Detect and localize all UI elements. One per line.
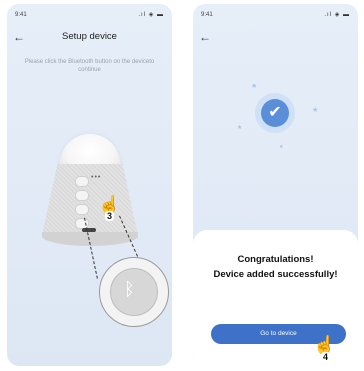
page-title: Setup device bbox=[62, 31, 117, 42]
setup-device-screen: 9:41 .ıl ◈ ▬ ← Setup device Please click… bbox=[7, 4, 172, 366]
status-bar: 9:41 .ıl ◈ ▬ bbox=[7, 10, 172, 22]
bluetooth-icon: ᛒ bbox=[124, 279, 135, 299]
device-button[interactable] bbox=[75, 176, 89, 187]
status-bar: 9:41 .ıl ◈ ▬ bbox=[193, 10, 358, 22]
status-icons: .ıl ◈ ▬ bbox=[324, 12, 350, 18]
sparkle-icon: ★ bbox=[251, 83, 258, 90]
device-indicator bbox=[82, 228, 96, 232]
device-led-dots: ••• bbox=[91, 174, 102, 181]
sparkle-icon: ★ bbox=[237, 125, 243, 131]
sparkle-icon: ★ bbox=[279, 144, 284, 150]
status-icons: .ıl ◈ ▬ bbox=[138, 12, 164, 18]
sparkle-icon: ★ bbox=[312, 107, 319, 114]
check-icon: ✔ bbox=[261, 99, 289, 127]
device-bluetooth-button[interactable] bbox=[75, 204, 89, 215]
step-badge: 4 bbox=[321, 352, 331, 362]
dialog-message: Device added successfully! bbox=[213, 269, 338, 280]
instruction-text: Please click the Bluetooth button on the… bbox=[24, 59, 155, 73]
device-added-screen: 9:41 .ıl ◈ ▬ ← ★ ★ ★ ★ ✔ Congratulations… bbox=[193, 4, 358, 366]
status-time: 9:41 bbox=[15, 12, 27, 18]
step-badge: 3 bbox=[105, 211, 115, 221]
dialog-heading: Congratulations! bbox=[237, 254, 314, 265]
device-button[interactable] bbox=[75, 190, 89, 201]
status-time: 9:41 bbox=[201, 12, 213, 18]
back-arrow-icon[interactable]: ← bbox=[199, 31, 211, 43]
